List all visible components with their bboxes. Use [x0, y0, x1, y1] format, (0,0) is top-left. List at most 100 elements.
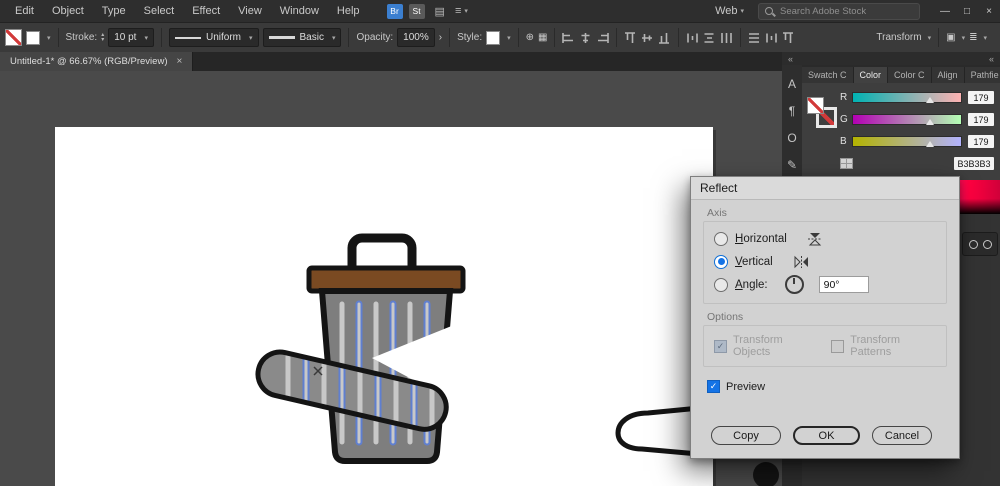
- align-bottom-icon[interactable]: [658, 32, 671, 44]
- menu-view[interactable]: View: [229, 5, 271, 17]
- opacity-value[interactable]: 100%: [397, 28, 435, 47]
- tab-color-guide[interactable]: Color C: [888, 67, 932, 83]
- red-slider[interactable]: [852, 92, 962, 103]
- menu-select[interactable]: Select: [135, 5, 184, 17]
- horizontal-radio[interactable]: [714, 232, 728, 246]
- preview-checkbox[interactable]: ✓: [707, 380, 720, 393]
- document-tab[interactable]: Untitled-1* @ 66.67% (RGB/Preview) ×: [0, 52, 193, 71]
- arrange-documents-icon[interactable]: ▤: [435, 5, 445, 18]
- close-button[interactable]: ×: [978, 6, 1000, 17]
- isolate-selection-dropdown[interactable]: ▣ ▾: [946, 32, 965, 43]
- blue-slider[interactable]: [852, 136, 962, 147]
- workspace-switcher[interactable]: Web ▾: [715, 5, 744, 17]
- opentype-panel-icon[interactable]: O: [787, 131, 796, 145]
- channel-row-g: G 179: [840, 113, 994, 126]
- angle-radio[interactable]: [714, 278, 728, 292]
- brush-preview-icon: [269, 36, 295, 39]
- document-setup-icon[interactable]: ⊕: [526, 32, 534, 43]
- canvas-area[interactable]: [0, 71, 782, 486]
- ok-button[interactable]: OK: [793, 426, 860, 445]
- menu-help[interactable]: Help: [328, 5, 369, 17]
- tab-pathfinder[interactable]: Pathfie: [965, 67, 1000, 83]
- dialog-title[interactable]: Reflect: [691, 177, 959, 200]
- canvas-artwork[interactable]: [0, 71, 782, 486]
- stroke-color-swatch[interactable]: [26, 31, 40, 45]
- distribute-vertical-icon[interactable]: [703, 32, 716, 44]
- preview-row[interactable]: ✓ Preview: [707, 380, 959, 393]
- menu-effect[interactable]: Effect: [183, 5, 229, 17]
- align-key-object-icon[interactable]: [782, 32, 795, 44]
- distribute-spacing-v-icon[interactable]: [748, 32, 761, 44]
- hex-value-field[interactable]: B3B3B3: [954, 157, 994, 170]
- vertical-radio[interactable]: [714, 255, 728, 269]
- tab-align[interactable]: Align: [932, 67, 965, 83]
- fill-none-swatch[interactable]: [807, 97, 824, 114]
- stroke-weight-dropdown[interactable]: 10 pt ▾: [108, 28, 154, 47]
- cancel-button[interactable]: Cancel: [872, 426, 932, 445]
- angle-radio-row[interactable]: Angle:: [714, 273, 936, 296]
- transform-objects-row[interactable]: ✓ Transform Objects: [714, 334, 815, 358]
- distribute-horizontal-icon[interactable]: [686, 32, 699, 44]
- restore-button[interactable]: □: [956, 6, 978, 17]
- angle-input[interactable]: [819, 276, 869, 293]
- paragraph-panel-icon[interactable]: ¶: [789, 104, 795, 118]
- transform-patterns-checkbox[interactable]: [831, 340, 844, 353]
- appearance-panel-icon[interactable]: ✎: [787, 158, 797, 172]
- slider-thumb[interactable]: [926, 119, 934, 125]
- green-value-field[interactable]: 179: [968, 113, 994, 126]
- menu-edit[interactable]: Edit: [6, 5, 43, 17]
- bridge-button[interactable]: Br: [387, 4, 403, 19]
- color-panel: R 179 G 179 B 179 B3B3B3: [802, 83, 1000, 188]
- copy-button[interactable]: Copy: [711, 426, 781, 445]
- width-profile-dropdown[interactable]: Uniform ▾: [169, 28, 259, 47]
- align-right-icon[interactable]: [596, 32, 609, 44]
- character-panel-icon[interactable]: A: [788, 77, 796, 91]
- style-swatch[interactable]: [486, 31, 500, 45]
- align-left-icon[interactable]: [562, 32, 575, 44]
- tab-swatches[interactable]: Swatch C: [802, 67, 854, 83]
- distribute-spacing-h-icon[interactable]: [720, 32, 733, 44]
- align-middle-icon[interactable]: [641, 32, 654, 44]
- control-bar: ▾ Stroke: ▴ ▾ 10 pt ▾ Uniform ▾ Basic ▾ …: [0, 22, 1000, 53]
- menu-window[interactable]: Window: [271, 5, 328, 17]
- slider-thumb[interactable]: [926, 141, 934, 147]
- search-input[interactable]: [778, 5, 892, 18]
- vertical-radio-row[interactable]: Vertical: [714, 250, 936, 273]
- slider-thumb[interactable]: [926, 97, 934, 103]
- menu-type[interactable]: Type: [93, 5, 135, 17]
- minimize-button[interactable]: —: [934, 6, 956, 17]
- stroke-stepper[interactable]: ▴ ▾: [101, 33, 104, 43]
- align-center-icon[interactable]: [579, 32, 592, 44]
- transform-dropdown[interactable]: Transform ▾: [876, 32, 931, 43]
- preferences-icon[interactable]: ▦: [538, 32, 547, 43]
- align-top-icon[interactable]: [624, 32, 637, 44]
- panel-options-dropdown[interactable]: ≣ ▾: [969, 32, 987, 43]
- close-tab-icon[interactable]: ×: [176, 56, 182, 67]
- green-slider[interactable]: [852, 114, 962, 125]
- red-value-field[interactable]: 179: [968, 91, 994, 104]
- transform-patterns-row[interactable]: Transform Patterns: [831, 334, 936, 358]
- collapsed-panel-icons[interactable]: [962, 232, 998, 256]
- workspace-menu-icon[interactable]: ≡: [455, 5, 461, 17]
- menu-object[interactable]: Object: [43, 5, 93, 17]
- fill-stroke-proxy[interactable]: [807, 97, 837, 127]
- swatch-grid-icon[interactable]: [840, 158, 853, 169]
- angle-dial-icon[interactable]: [785, 275, 804, 294]
- horizontal-radio-row[interactable]: Horizontal: [714, 227, 936, 250]
- chevron-down-icon: ▾: [983, 34, 987, 42]
- brush-dropdown[interactable]: Basic ▾: [263, 28, 342, 47]
- chevron-down-icon[interactable]: ▾: [47, 34, 51, 42]
- collapse-panels-icon[interactable]: «: [989, 54, 994, 64]
- tab-color[interactable]: Color: [854, 67, 889, 83]
- illustrator-window: Edit Object Type Select Effect View Wind…: [0, 0, 1000, 486]
- collapse-panels-icon[interactable]: «: [788, 54, 793, 64]
- stock-search[interactable]: [758, 3, 920, 20]
- trash-lid[interactable]: [309, 268, 463, 291]
- transform-objects-checkbox[interactable]: ✓: [714, 340, 727, 353]
- panel-arrow-icon[interactable]: ›: [439, 32, 442, 43]
- fill-proxy-swatch[interactable]: [5, 29, 22, 46]
- align-to-selection-icon[interactable]: [765, 32, 778, 44]
- stock-button[interactable]: St: [409, 4, 425, 19]
- chevron-down-icon[interactable]: ▾: [507, 34, 511, 42]
- blue-value-field[interactable]: 179: [968, 135, 994, 148]
